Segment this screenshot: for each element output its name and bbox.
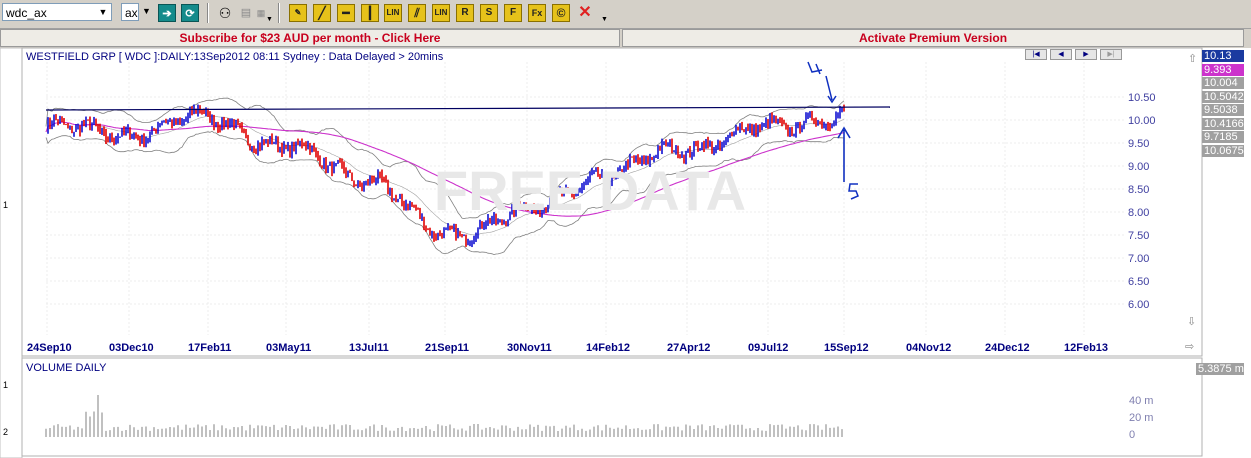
x-tick-label: 03Dec10 <box>109 342 154 354</box>
volume-title: VOLUME DAILY <box>26 362 107 374</box>
price-badge: 9.5038 <box>1202 104 1244 116</box>
scroll-down-icon[interactable]: ⇩ <box>1187 316 1196 328</box>
x-tick-label: 12Feb13 <box>1064 342 1108 354</box>
x-tick-label: 27Apr12 <box>667 342 710 354</box>
volume-pane-label: 2 <box>3 427 8 437</box>
last-page-button[interactable]: ▶| <box>1100 49 1122 60</box>
volume-badge: 5.3875 m <box>1196 363 1244 375</box>
y-tick-label: 7.50 <box>1128 230 1149 242</box>
y-tick-label: 10.50 <box>1128 92 1156 104</box>
volume-tick: 0 <box>1129 429 1135 441</box>
y-tick-label: 9.00 <box>1128 161 1149 173</box>
price-badge: 9.7185 <box>1202 131 1244 143</box>
previous-button[interactable]: ◀ <box>1050 49 1072 60</box>
x-tick-label: 30Nov11 <box>507 342 552 354</box>
x-tick-label: 13Jul11 <box>349 342 389 354</box>
y-tick-label: 7.00 <box>1128 253 1149 265</box>
price-badge: 10.5042 <box>1202 90 1244 103</box>
y-tick-label: 8.50 <box>1128 184 1149 196</box>
x-tick-label: 14Feb12 <box>586 342 630 354</box>
y-tick-label: 9.50 <box>1128 138 1149 150</box>
x-tick-label: 24Dec12 <box>985 342 1030 354</box>
scroll-right-icon[interactable]: ⇨ <box>1185 341 1194 353</box>
x-tick-label: 04Nov12 <box>906 342 951 354</box>
x-tick-label: 03May11 <box>266 342 311 354</box>
left-gutter <box>0 47 23 458</box>
next-button[interactable]: ▶ <box>1075 49 1097 60</box>
y-tick-label: 8.00 <box>1128 207 1149 219</box>
price-badge: 10.4166 <box>1202 117 1244 130</box>
y-tick-label: 6.50 <box>1128 276 1149 288</box>
volume-tick: 20 m <box>1129 412 1153 424</box>
x-tick-label: 17Feb11 <box>188 342 231 354</box>
price-badge: 10.0675 <box>1202 144 1244 157</box>
y-tick-label: 6.00 <box>1128 299 1149 311</box>
volume-tick: 40 m <box>1129 395 1153 407</box>
volume-pane-label: 1 <box>3 380 8 390</box>
scroll-up-icon[interactable]: ⇧ <box>1188 53 1197 65</box>
pane-label: 1 <box>3 200 8 210</box>
chart-title: WESTFIELD GRP [ WDC ]:DAILY:13Sep2012 08… <box>26 51 444 63</box>
price-badge: 9.393 <box>1202 63 1244 76</box>
price-badge: 10.13 <box>1202 50 1244 62</box>
x-tick-label: 15Sep12 <box>824 342 869 354</box>
x-tick-label: 21Sep11 <box>425 342 469 354</box>
x-tick-label: 09Jul12 <box>748 342 788 354</box>
first-page-button[interactable]: |◀ <box>1025 49 1047 60</box>
y-tick-label: 10.00 <box>1128 115 1156 127</box>
price-badge: 10.004 <box>1202 77 1244 89</box>
x-tick-label: 24Sep10 <box>27 342 72 354</box>
watermark: FREE DATA <box>434 159 746 222</box>
chart-svg: FREE DATA WESTFIELD GRP [ WDC ]:DAILY:13… <box>0 47 1251 458</box>
